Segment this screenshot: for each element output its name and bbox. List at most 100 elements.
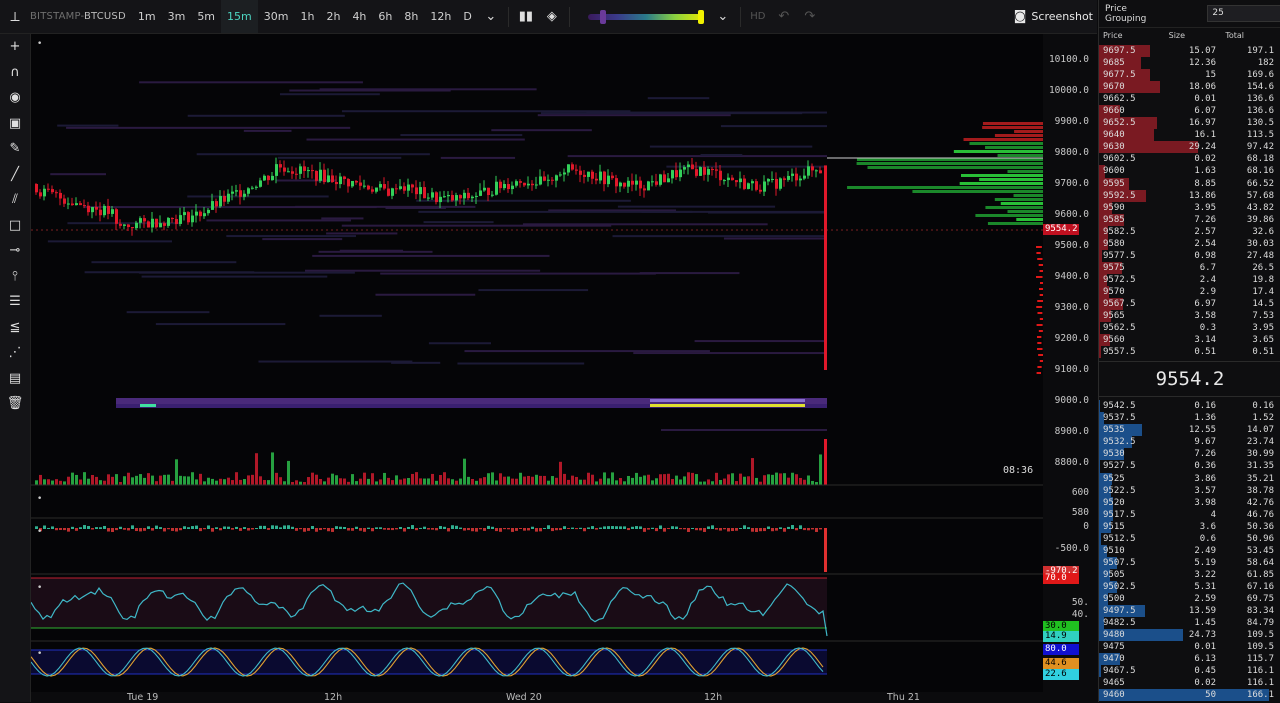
rectangle-icon[interactable]: □ xyxy=(0,213,30,239)
bid-row[interactable]: 94706.13115.7 xyxy=(1099,653,1280,665)
undo-icon[interactable]: ↶ xyxy=(771,0,797,33)
price-axis[interactable]: 10100.010000.09900.09800.09700.09600.095… xyxy=(1043,34,1097,702)
bid-row[interactable]: 9532.59.6723.74 xyxy=(1099,436,1280,448)
timeframe-30m[interactable]: 30m xyxy=(258,0,295,33)
bid-row[interactable]: 95102.4953.45 xyxy=(1099,545,1280,557)
bid-row[interactable]: 9502.55.3167.16 xyxy=(1099,581,1280,593)
bid-row[interactable]: 94650.02116.1 xyxy=(1099,677,1280,689)
depth-level xyxy=(1014,194,1043,197)
bid-row[interactable]: 9482.51.4584.79 xyxy=(1099,617,1280,629)
timeframe-D[interactable]: D xyxy=(457,0,477,33)
vertical-line-icon[interactable]: ⫯ xyxy=(0,264,30,290)
ask-row[interactable]: 9662.50.01136.6 xyxy=(1099,93,1280,105)
ask-row[interactable]: 95756.726.5 xyxy=(1099,262,1280,274)
bid-row[interactable]: 9467.50.45116.1 xyxy=(1099,665,1280,677)
bid-row[interactable]: 95253.8635.21 xyxy=(1099,473,1280,485)
bid-row[interactable]: 9542.50.160.16 xyxy=(1099,400,1280,412)
bid-row[interactable]: 95153.650.36 xyxy=(1099,521,1280,533)
ask-row[interactable]: 9577.50.9827.48 xyxy=(1099,250,1280,262)
ask-row[interactable]: 96001.6368.16 xyxy=(1099,165,1280,177)
price-grouping-input[interactable]: 25 xyxy=(1207,5,1280,22)
bid-row[interactable]: 9522.53.5738.78 xyxy=(1099,485,1280,497)
symbol-label[interactable]: BITSTAMP-BTCUSD xyxy=(30,11,126,22)
heatmap-range-slider[interactable] xyxy=(588,14,704,20)
screenshot-button[interactable]: ◙ Screenshot xyxy=(1014,0,1093,33)
depth-level xyxy=(995,134,1043,137)
ask-row[interactable]: 95653.587.53 xyxy=(1099,310,1280,322)
timeframe-15m[interactable]: 15m xyxy=(221,0,258,33)
trend-line-icon[interactable]: ╱ xyxy=(0,162,30,188)
bid-row[interactable]: 9517.5446.76 xyxy=(1099,509,1280,521)
slider-min-handle[interactable] xyxy=(600,10,606,24)
ask-row[interactable]: 9567.56.9714.5 xyxy=(1099,298,1280,310)
slider-max-handle[interactable] xyxy=(698,10,704,24)
ask-row[interactable]: 9652.516.97130.5 xyxy=(1099,117,1280,129)
ask-row[interactable]: 9602.50.0268.18 xyxy=(1099,153,1280,165)
candle-body xyxy=(379,184,382,187)
bid-row[interactable]: 9537.51.361.52 xyxy=(1099,412,1280,424)
hd-toggle[interactable]: HD xyxy=(745,0,771,33)
bid-row[interactable]: 95002.5969.75 xyxy=(1099,593,1280,605)
ask-row[interactable]: 9697.515.07197.1 xyxy=(1099,45,1280,57)
ask-row[interactable]: 96606.07136.6 xyxy=(1099,105,1280,117)
ask-row[interactable]: 95958.8566.52 xyxy=(1099,178,1280,190)
bid-row[interactable]: 9507.55.1958.64 xyxy=(1099,557,1280,569)
chevron-down-icon[interactable]: ⌄ xyxy=(710,0,736,33)
channel-icon[interactable]: ⫽ xyxy=(0,187,30,213)
ask-row[interactable]: 95603.143.65 xyxy=(1099,334,1280,346)
note-icon[interactable]: ▤ xyxy=(0,366,30,392)
ask-row[interactable]: 95857.2639.86 xyxy=(1099,214,1280,226)
bid-row[interactable]: 9497.513.5983.34 xyxy=(1099,605,1280,617)
ask-row[interactable]: 964016.1113.5 xyxy=(1099,129,1280,141)
bid-row[interactable]: 9527.50.3631.35 xyxy=(1099,460,1280,472)
rsi-band xyxy=(31,578,827,628)
bid-row[interactable]: 9512.50.650.96 xyxy=(1099,533,1280,545)
delta-bar xyxy=(807,528,810,530)
bid-row[interactable]: 953512.5514.07 xyxy=(1099,424,1280,436)
ask-row[interactable]: 9677.515169.6 xyxy=(1099,69,1280,81)
trash-icon[interactable]: 🗑 xyxy=(0,391,30,417)
timeframe-4h[interactable]: 4h xyxy=(346,0,372,33)
bid-row[interactable]: 946050166.1 xyxy=(1099,689,1280,701)
magnet-icon[interactable]: ∩ xyxy=(0,60,30,86)
fib-retracement-icon[interactable]: ☰ xyxy=(0,289,30,315)
bid-row[interactable]: 94750.01109.5 xyxy=(1099,641,1280,653)
timeframe-12h[interactable]: 12h xyxy=(424,0,457,33)
timeframe-8h[interactable]: 8h xyxy=(398,0,424,33)
ask-row[interactable]: 9572.52.419.8 xyxy=(1099,274,1280,286)
pencil-icon[interactable]: ✎ xyxy=(0,136,30,162)
redo-icon[interactable]: ↷ xyxy=(797,0,823,33)
bid-row[interactable]: 948024.73109.5 xyxy=(1099,629,1280,641)
timeframe-2h[interactable]: 2h xyxy=(320,0,346,33)
bid-row[interactable]: 95053.2261.85 xyxy=(1099,569,1280,581)
ask-row[interactable]: 9582.52.5732.6 xyxy=(1099,226,1280,238)
layers-icon[interactable]: ◈ xyxy=(539,0,565,33)
ask-row[interactable]: 9562.50.33.95 xyxy=(1099,322,1280,334)
ask-row[interactable]: 967018.06154.6 xyxy=(1099,81,1280,93)
candles-icon[interactable]: ▮▮ xyxy=(513,0,539,33)
timeframe-6h[interactable]: 6h xyxy=(372,0,398,33)
horizontal-ray-icon[interactable]: ⊸ xyxy=(0,238,30,264)
lock-icon[interactable]: ▣ xyxy=(0,111,30,137)
ask-row[interactable]: 968512.36182 xyxy=(1099,57,1280,69)
ask-row[interactable]: 95802.5430.03 xyxy=(1099,238,1280,250)
timeframe-1h[interactable]: 1h xyxy=(294,0,320,33)
bid-row[interactable]: 95203.9842.76 xyxy=(1099,497,1280,509)
ask-row[interactable]: 963029.2497.42 xyxy=(1099,141,1280,153)
timeframe-1m[interactable]: 1m xyxy=(132,0,162,33)
ask-row[interactable]: 95903.9543.82 xyxy=(1099,202,1280,214)
bid-row[interactable]: 95307.2630.99 xyxy=(1099,448,1280,460)
timeframe-5m[interactable]: 5m xyxy=(191,0,221,33)
chevron-down-icon[interactable]: ⌄ xyxy=(478,0,504,33)
volume-bar xyxy=(335,475,338,485)
eye-icon[interactable]: ◉ xyxy=(0,85,30,111)
timeframe-3m[interactable]: 3m xyxy=(162,0,192,33)
ask-row[interactable]: 9557.50.510.51 xyxy=(1099,346,1280,358)
ask-row[interactable]: 9592.513.8657.68 xyxy=(1099,190,1280,202)
candle-body xyxy=(339,177,342,185)
main-chart[interactable]: • • • • • xyxy=(31,34,1043,692)
crosshair-icon[interactable]: + xyxy=(0,34,30,60)
gann-fan-icon[interactable]: ⋰ xyxy=(0,340,30,366)
ask-row[interactable]: 95702.917.4 xyxy=(1099,286,1280,298)
fib-fan-icon[interactable]: ≦ xyxy=(0,315,30,341)
